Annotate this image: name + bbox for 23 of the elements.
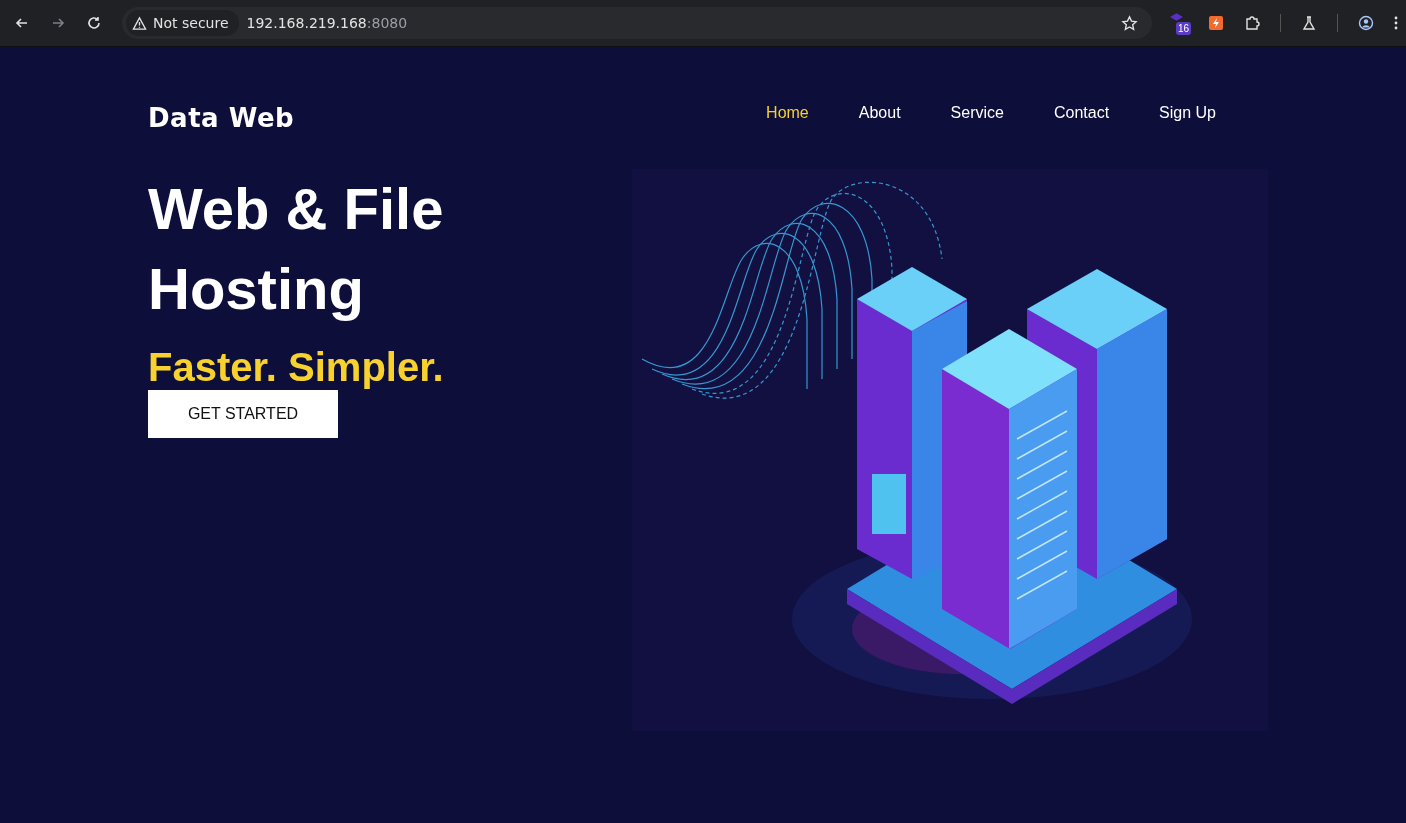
url-text: 192.168.219.168:8080 xyxy=(246,15,409,31)
nav-link[interactable]: Sign Up xyxy=(1159,104,1216,122)
nav-link[interactable]: Service xyxy=(950,104,1004,122)
nav-link[interactable]: About xyxy=(858,104,901,122)
security-label: Not secure xyxy=(153,15,229,31)
nav-link[interactable]: Contact xyxy=(1053,104,1110,122)
hero-heading: Web & File xyxy=(148,175,444,243)
hero-tagline: Faster. Simpler. xyxy=(148,345,444,389)
get-started-button[interactable]: GET STARTED xyxy=(148,390,338,438)
warning-icon xyxy=(132,15,147,31)
profile-icon[interactable] xyxy=(1358,15,1374,31)
address-bar[interactable]: Not secure 192.168.219.168:8080 xyxy=(122,7,1152,39)
hero-heading: Hosting xyxy=(148,255,365,323)
nav-link[interactable]: Home xyxy=(766,104,809,122)
site-logo[interactable]: Data Web xyxy=(148,103,295,133)
menu-icon[interactable] xyxy=(1394,15,1398,31)
security-chip[interactable]: Not secure xyxy=(126,10,239,36)
lightning-extension-icon[interactable] xyxy=(1208,15,1224,31)
extension-badge: 16 xyxy=(1176,22,1192,35)
bookmark-star-icon[interactable] xyxy=(1121,14,1138,32)
reload-icon[interactable] xyxy=(86,15,102,31)
flask-icon[interactable] xyxy=(1301,15,1317,31)
puzzle-icon[interactable] xyxy=(1244,15,1260,31)
